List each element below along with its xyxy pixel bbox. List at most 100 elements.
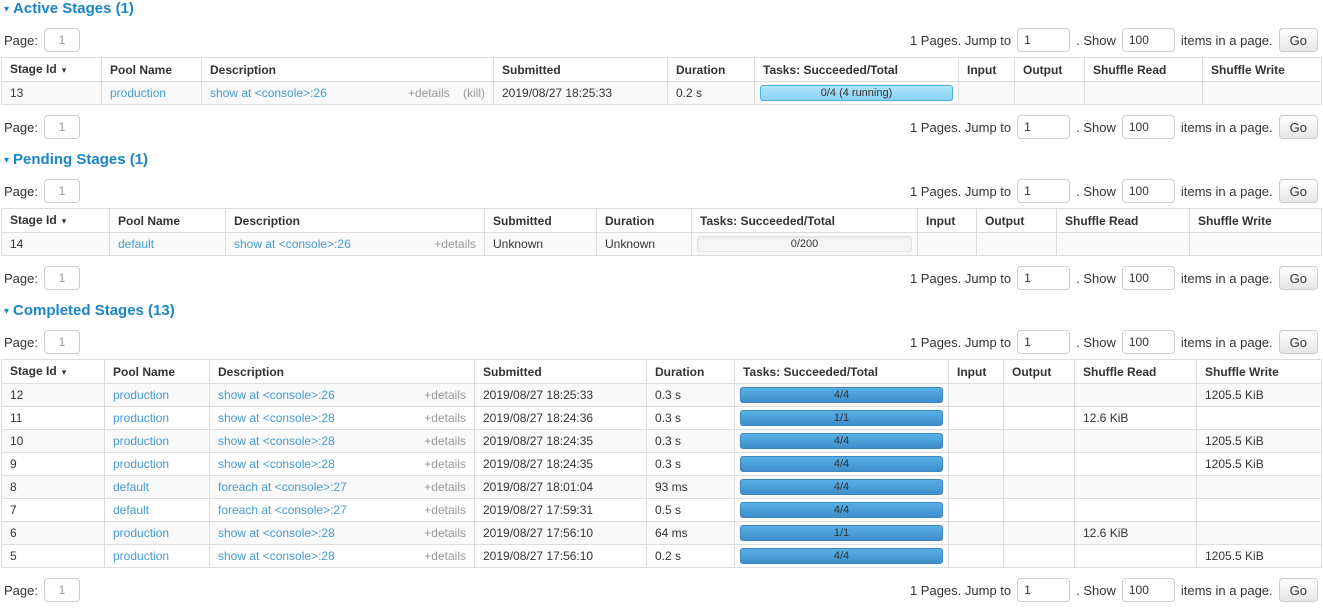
show-items-input[interactable] xyxy=(1122,179,1175,203)
details-toggle[interactable]: +details xyxy=(424,388,466,402)
details-toggle[interactable]: +details xyxy=(424,503,466,517)
column-header-stage-id[interactable]: Stage Id▾ xyxy=(2,360,105,384)
jump-to-page-input[interactable] xyxy=(1017,578,1070,602)
details-toggle[interactable]: +details xyxy=(424,549,466,563)
column-header-duration[interactable]: Duration xyxy=(597,209,692,233)
details-toggle[interactable]: +details xyxy=(424,526,466,540)
details-toggle[interactable]: +details xyxy=(424,480,466,494)
pool-name-link[interactable]: default xyxy=(113,480,149,494)
column-header-description[interactable]: Description xyxy=(226,209,485,233)
completed-stages-section: ▾Completed Stages (13) Page: 1 Pages. Ju… xyxy=(1,303,1321,615)
cell-pool-name: production xyxy=(105,384,210,407)
column-header-shuffle-write[interactable]: Shuffle Write xyxy=(1203,58,1322,82)
page-number-input[interactable] xyxy=(44,28,80,52)
column-header-output[interactable]: Output xyxy=(1004,360,1075,384)
description-link[interactable]: foreach at <console>:27 xyxy=(218,503,347,517)
jump-to-page-input[interactable] xyxy=(1017,28,1070,52)
column-header-shuffle-read[interactable]: Shuffle Read xyxy=(1075,360,1197,384)
jump-to-page-input[interactable] xyxy=(1017,115,1070,139)
cell-tasks: 1/1 xyxy=(735,407,949,430)
description-link[interactable]: foreach at <console>:27 xyxy=(218,480,347,494)
column-header-stage-id[interactable]: Stage Id▾ xyxy=(2,209,110,233)
go-button[interactable]: Go xyxy=(1279,28,1318,52)
go-button[interactable]: Go xyxy=(1279,266,1318,290)
details-toggle[interactable]: +details xyxy=(424,411,466,425)
pool-name-link[interactable]: production xyxy=(113,411,169,425)
description-link[interactable]: show at <console>:28 xyxy=(218,411,335,425)
description-link[interactable]: show at <console>:28 xyxy=(218,526,335,540)
column-header-tasks-succeeded-total[interactable]: Tasks: Succeeded/Total xyxy=(735,360,949,384)
column-header-shuffle-write[interactable]: Shuffle Write xyxy=(1197,360,1322,384)
details-toggle[interactable]: +details xyxy=(408,86,450,100)
go-button[interactable]: Go xyxy=(1279,115,1318,139)
section-heading-active-stages[interactable]: ▾Active Stages (1) xyxy=(4,1,1321,18)
pool-name-link[interactable]: production xyxy=(113,526,169,540)
pool-name-link[interactable]: production xyxy=(113,457,169,471)
details-toggle[interactable]: +details xyxy=(434,237,476,251)
column-header-shuffle-write[interactable]: Shuffle Write xyxy=(1190,209,1322,233)
details-toggle[interactable]: +details xyxy=(424,457,466,471)
cell-submitted: Unknown xyxy=(485,233,597,256)
pool-name-link[interactable]: production xyxy=(113,549,169,563)
description-link[interactable]: show at <console>:28 xyxy=(218,434,335,448)
column-header-duration[interactable]: Duration xyxy=(647,360,735,384)
column-header-stage-id[interactable]: Stage Id▾ xyxy=(2,58,102,82)
cell-description: show at <console>:28 +details xyxy=(210,430,475,453)
column-header-input[interactable]: Input xyxy=(959,58,1015,82)
go-button[interactable]: Go xyxy=(1279,330,1318,354)
task-progress-bar: 1/1 xyxy=(740,525,943,541)
show-items-input[interactable] xyxy=(1122,266,1175,290)
pool-name-link[interactable]: production xyxy=(113,388,169,402)
description-link[interactable]: show at <console>:28 xyxy=(218,457,335,471)
column-header-description[interactable]: Description xyxy=(210,360,475,384)
items-in-page-label: items in a page. xyxy=(1181,184,1273,199)
column-header-submitted[interactable]: Submitted xyxy=(475,360,647,384)
description-link[interactable]: show at <console>:26 xyxy=(210,86,327,100)
page-number-input[interactable] xyxy=(44,330,80,354)
column-header-shuffle-read[interactable]: Shuffle Read xyxy=(1057,209,1190,233)
go-button[interactable]: Go xyxy=(1279,179,1318,203)
column-header-submitted[interactable]: Submitted xyxy=(485,209,597,233)
section-heading-pending-stages[interactable]: ▾Pending Stages (1) xyxy=(4,152,1321,169)
description-actions: +details xyxy=(424,411,466,425)
show-items-input[interactable] xyxy=(1122,115,1175,139)
show-items-input[interactable] xyxy=(1122,578,1175,602)
details-toggle[interactable]: +details xyxy=(424,434,466,448)
page-number-input[interactable] xyxy=(44,115,80,139)
cell-output xyxy=(1004,430,1075,453)
page-number-input[interactable] xyxy=(44,578,80,602)
pool-name-link[interactable]: default xyxy=(113,503,149,517)
column-header-description[interactable]: Description xyxy=(202,58,494,82)
column-header-pool-name[interactable]: Pool Name xyxy=(105,360,210,384)
section-heading-completed-stages[interactable]: ▾Completed Stages (13) xyxy=(4,303,1321,320)
column-header-output[interactable]: Output xyxy=(977,209,1057,233)
go-button[interactable]: Go xyxy=(1279,578,1318,602)
page-number-input[interactable] xyxy=(44,266,80,290)
column-header-tasks-succeeded-total[interactable]: Tasks: Succeeded/Total xyxy=(692,209,918,233)
description-link[interactable]: show at <console>:26 xyxy=(218,388,335,402)
column-header-output[interactable]: Output xyxy=(1015,58,1085,82)
cell-stage-id: 7 xyxy=(2,499,105,522)
column-header-tasks-succeeded-total[interactable]: Tasks: Succeeded/Total xyxy=(755,58,959,82)
show-items-input[interactable] xyxy=(1122,28,1175,52)
description-link[interactable]: show at <console>:28 xyxy=(218,549,335,563)
cell-pool-name: production xyxy=(105,407,210,430)
pending-stages-table: Stage Id▾Pool NameDescriptionSubmittedDu… xyxy=(1,208,1322,256)
column-header-duration[interactable]: Duration xyxy=(668,58,755,82)
column-header-input[interactable]: Input xyxy=(918,209,977,233)
page-number-input[interactable] xyxy=(44,179,80,203)
pool-name-link[interactable]: production xyxy=(113,434,169,448)
description-link[interactable]: show at <console>:26 xyxy=(234,237,351,251)
kill-link[interactable]: (kill) xyxy=(463,86,485,100)
show-items-input[interactable] xyxy=(1122,330,1175,354)
column-header-pool-name[interactable]: Pool Name xyxy=(102,58,202,82)
column-header-submitted[interactable]: Submitted xyxy=(494,58,668,82)
jump-to-page-input[interactable] xyxy=(1017,330,1070,354)
jump-to-page-input[interactable] xyxy=(1017,179,1070,203)
column-header-pool-name[interactable]: Pool Name xyxy=(110,209,226,233)
pool-name-link[interactable]: production xyxy=(110,86,166,100)
column-header-shuffle-read[interactable]: Shuffle Read xyxy=(1085,58,1203,82)
pool-name-link[interactable]: default xyxy=(118,237,154,251)
jump-to-page-input[interactable] xyxy=(1017,266,1070,290)
column-header-input[interactable]: Input xyxy=(949,360,1004,384)
